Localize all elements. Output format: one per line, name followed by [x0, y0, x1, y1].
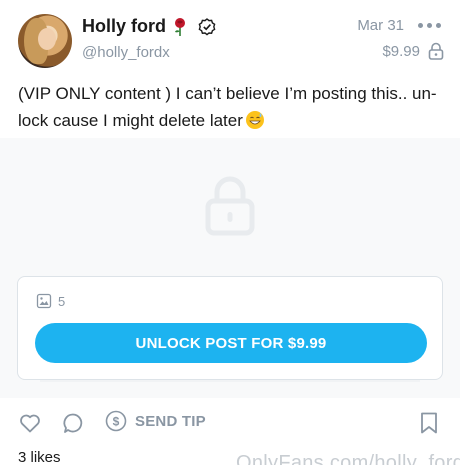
- post-body: (VIP ONLY content ) I can’t believe I’m …: [18, 84, 437, 130]
- media-count: 5: [36, 293, 65, 309]
- comment-icon[interactable]: [61, 411, 85, 435]
- rose-icon: [175, 17, 185, 36]
- image-icon: [36, 293, 52, 309]
- sweat-smile-emoji-icon: [245, 111, 264, 129]
- media-count-value: 5: [58, 293, 66, 309]
- lock-icon: [428, 42, 444, 60]
- send-tip-label: SEND TIP: [135, 412, 206, 430]
- watermark: OnlyFans.com/holly_fordx: [236, 452, 460, 465]
- name-row: Holly ford: [82, 16, 216, 37]
- price-row: $9.99: [382, 42, 444, 60]
- heart-icon[interactable]: [18, 411, 42, 435]
- bookmark-icon[interactable]: [418, 411, 440, 435]
- svg-text:$: $: [113, 415, 120, 429]
- send-tip-button[interactable]: $ SEND TIP: [105, 410, 206, 432]
- more-dot: [418, 22, 423, 28]
- dollar-icon: $: [105, 410, 127, 432]
- avatar-face: [38, 28, 56, 50]
- more-dot: [436, 22, 441, 28]
- unlock-card: 5 UNLOCK POST FOR $9.99: [17, 276, 443, 380]
- more-dot: [427, 22, 432, 28]
- post-price: $9.99: [382, 42, 420, 60]
- more-options-icon[interactable]: [418, 16, 444, 34]
- post-text: (VIP ONLY content ) I can’t believe I’m …: [18, 80, 442, 134]
- avatar[interactable]: [18, 14, 72, 68]
- username[interactable]: @holly_fordx: [82, 44, 170, 61]
- display-name[interactable]: Holly ford: [82, 16, 166, 37]
- verified-icon: [198, 17, 216, 35]
- background-lock-icon: [205, 176, 255, 236]
- likes-count[interactable]: 3 likes: [18, 449, 61, 465]
- post-actions: $ SEND TIP: [0, 405, 460, 441]
- post-header: Holly ford @holly_fordx Mar 31 $9.99: [0, 0, 460, 72]
- unlock-post-button[interactable]: UNLOCK POST FOR $9.99: [35, 323, 427, 363]
- post-date: Mar 31: [357, 17, 404, 34]
